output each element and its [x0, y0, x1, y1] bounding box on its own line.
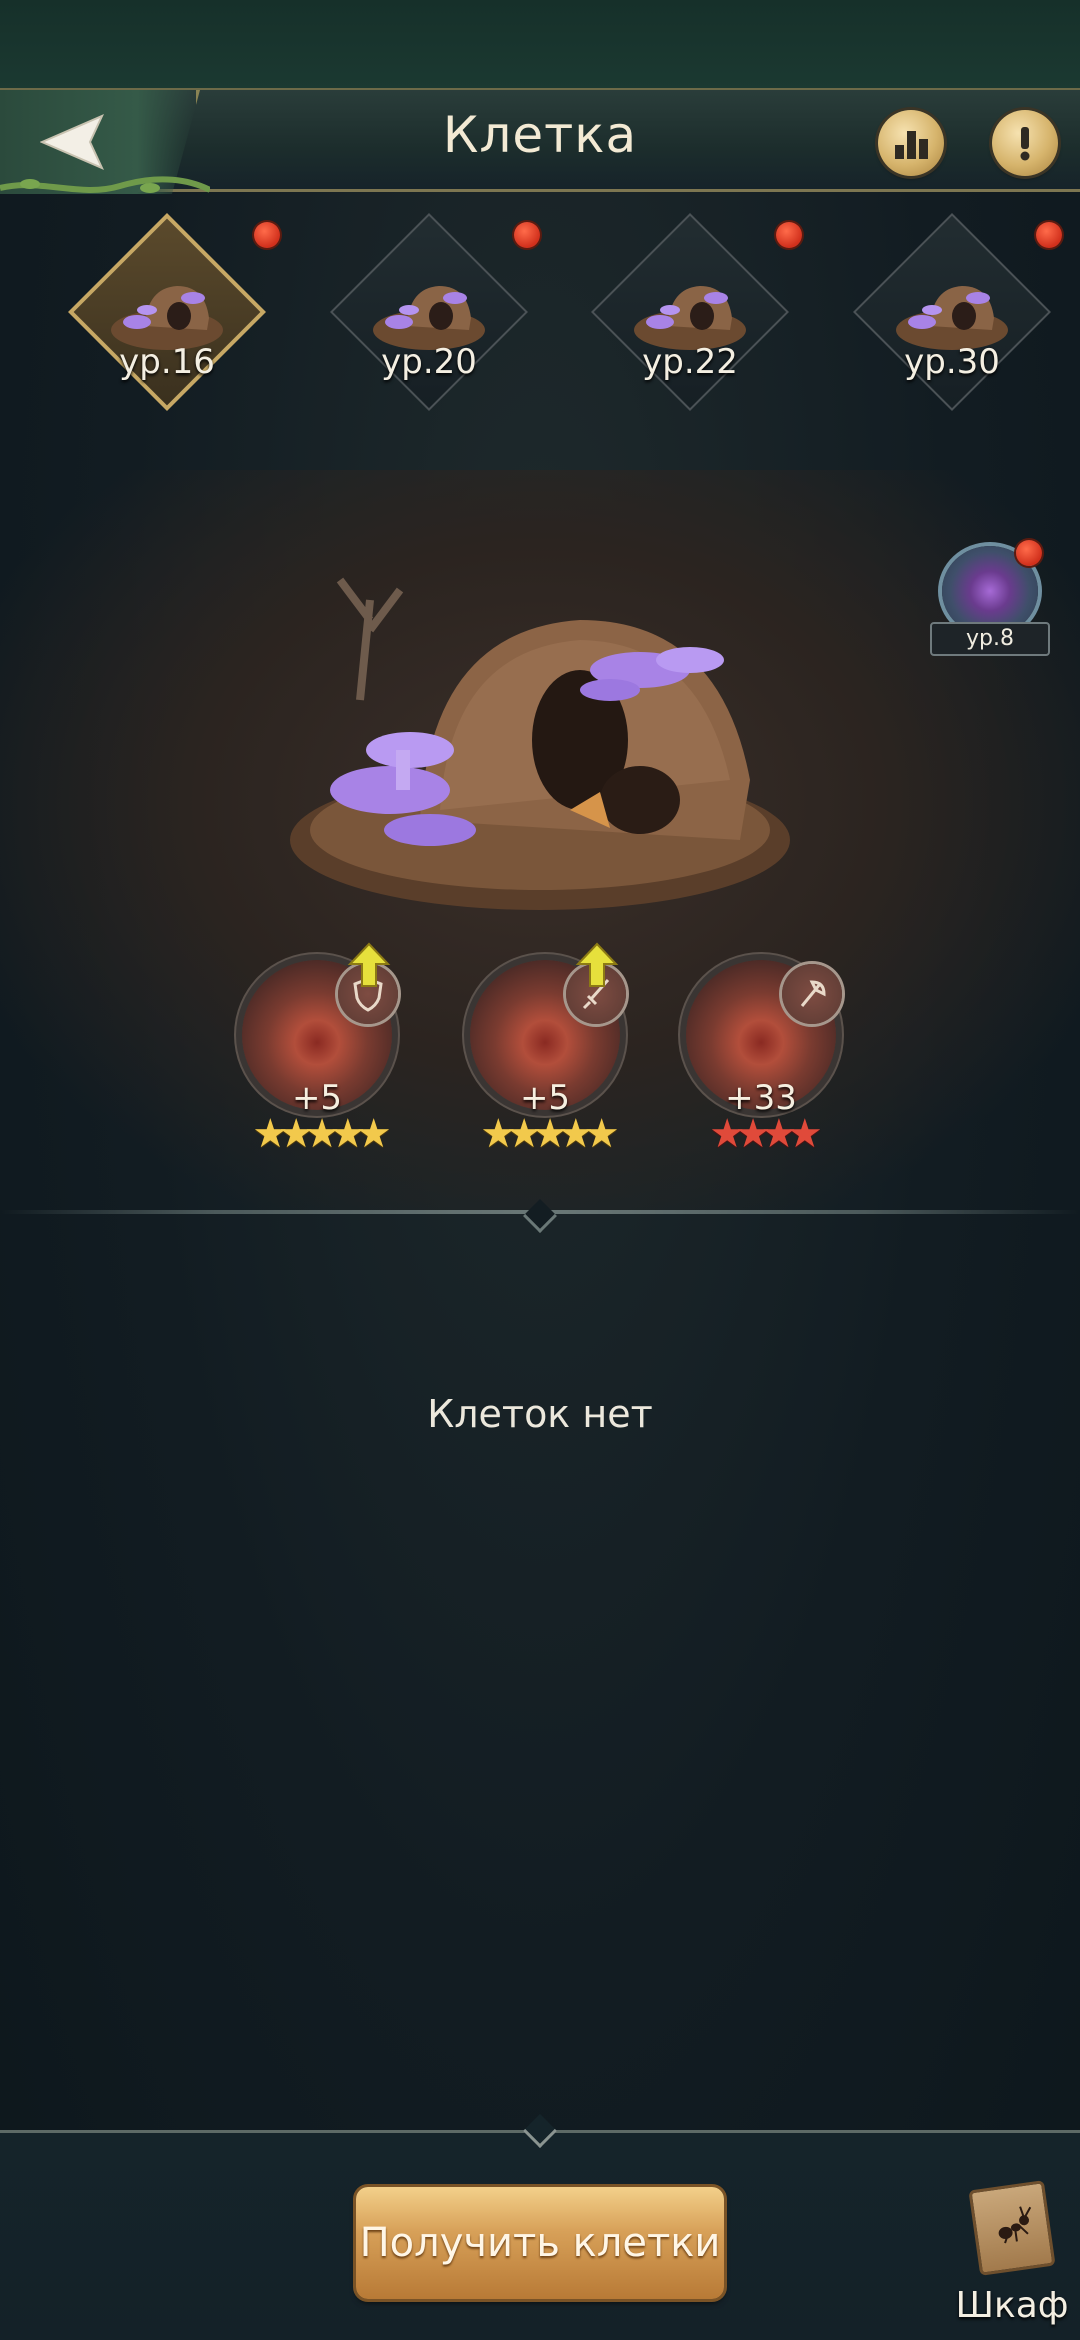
stat-orb-defense[interactable]: +5 ★★★★★ — [232, 942, 402, 1160]
mushroom-nest-illustration — [290, 577, 790, 910]
level-label: ур.16 — [119, 342, 215, 382]
ant-icon — [998, 2206, 1032, 2244]
mushroom-nest-icon — [373, 286, 485, 350]
side-badge-label: ур.8 — [930, 622, 1050, 656]
level-tab-30[interactable]: ур.30 — [847, 213, 1057, 440]
level-tab-16[interactable]: ур.16 — [62, 213, 272, 440]
upgrade-arrow-icon — [347, 942, 391, 987]
mushroom-nest-icon — [896, 286, 1008, 350]
level-label: ур.20 — [381, 342, 477, 382]
footer-bar: Получить клетки Шкаф — [0, 2114, 1080, 2340]
wardrobe-label: Шкаф — [955, 2285, 1069, 2326]
star-rating: ★★★★★ — [252, 1111, 391, 1157]
info-button[interactable] — [992, 110, 1058, 176]
empty-state-text: Клеток нет — [427, 1392, 653, 1436]
level-tab-22[interactable]: ур.22 — [585, 213, 795, 440]
level-tab-20[interactable]: ур.20 — [324, 213, 534, 440]
bar-chart-icon — [895, 131, 928, 159]
mushroom-nest-icon — [634, 286, 746, 350]
notification-dot — [1016, 540, 1042, 566]
star-rating: ★★★★★ — [480, 1111, 619, 1157]
notification-dot — [1036, 222, 1062, 248]
wardrobe-scroll-icon — [968, 2180, 1056, 2276]
stat-orb-health[interactable]: +33 ★★★★ — [676, 960, 846, 1160]
exclamation-icon — [1020, 127, 1030, 161]
upgrade-arrow-icon — [575, 942, 619, 987]
axe-icon — [782, 964, 842, 1024]
level-tabs: ур.16 ур.20 ур.22 ур.30 — [0, 200, 1080, 470]
level-label: ур.30 — [904, 342, 1000, 382]
stat-orb-attack[interactable]: +5 ★★★★★ — [460, 942, 630, 1160]
notification-dot — [776, 222, 802, 248]
notification-dot — [254, 222, 280, 248]
side-level-badge[interactable]: ур.8 — [930, 540, 1050, 660]
wardrobe-button[interactable]: Шкаф — [952, 2180, 1072, 2335]
header-bar: Клетка — [0, 88, 1080, 194]
ranking-button[interactable] — [878, 110, 944, 176]
top-decoration — [0, 0, 1080, 88]
level-label: ур.22 — [642, 342, 738, 382]
footer-notch — [523, 2114, 557, 2148]
notification-dot — [514, 222, 540, 248]
get-cages-button[interactable]: Получить клетки — [356, 2187, 724, 2299]
vine-decoration — [0, 176, 210, 193]
mushroom-nest-icon — [111, 286, 223, 350]
cage-screen: Клетка ур.16 ур.20 ур.22 ур.30 ур.8 +5 ★… — [0, 0, 1080, 2340]
star-rating: ★★★★ — [709, 1111, 822, 1157]
